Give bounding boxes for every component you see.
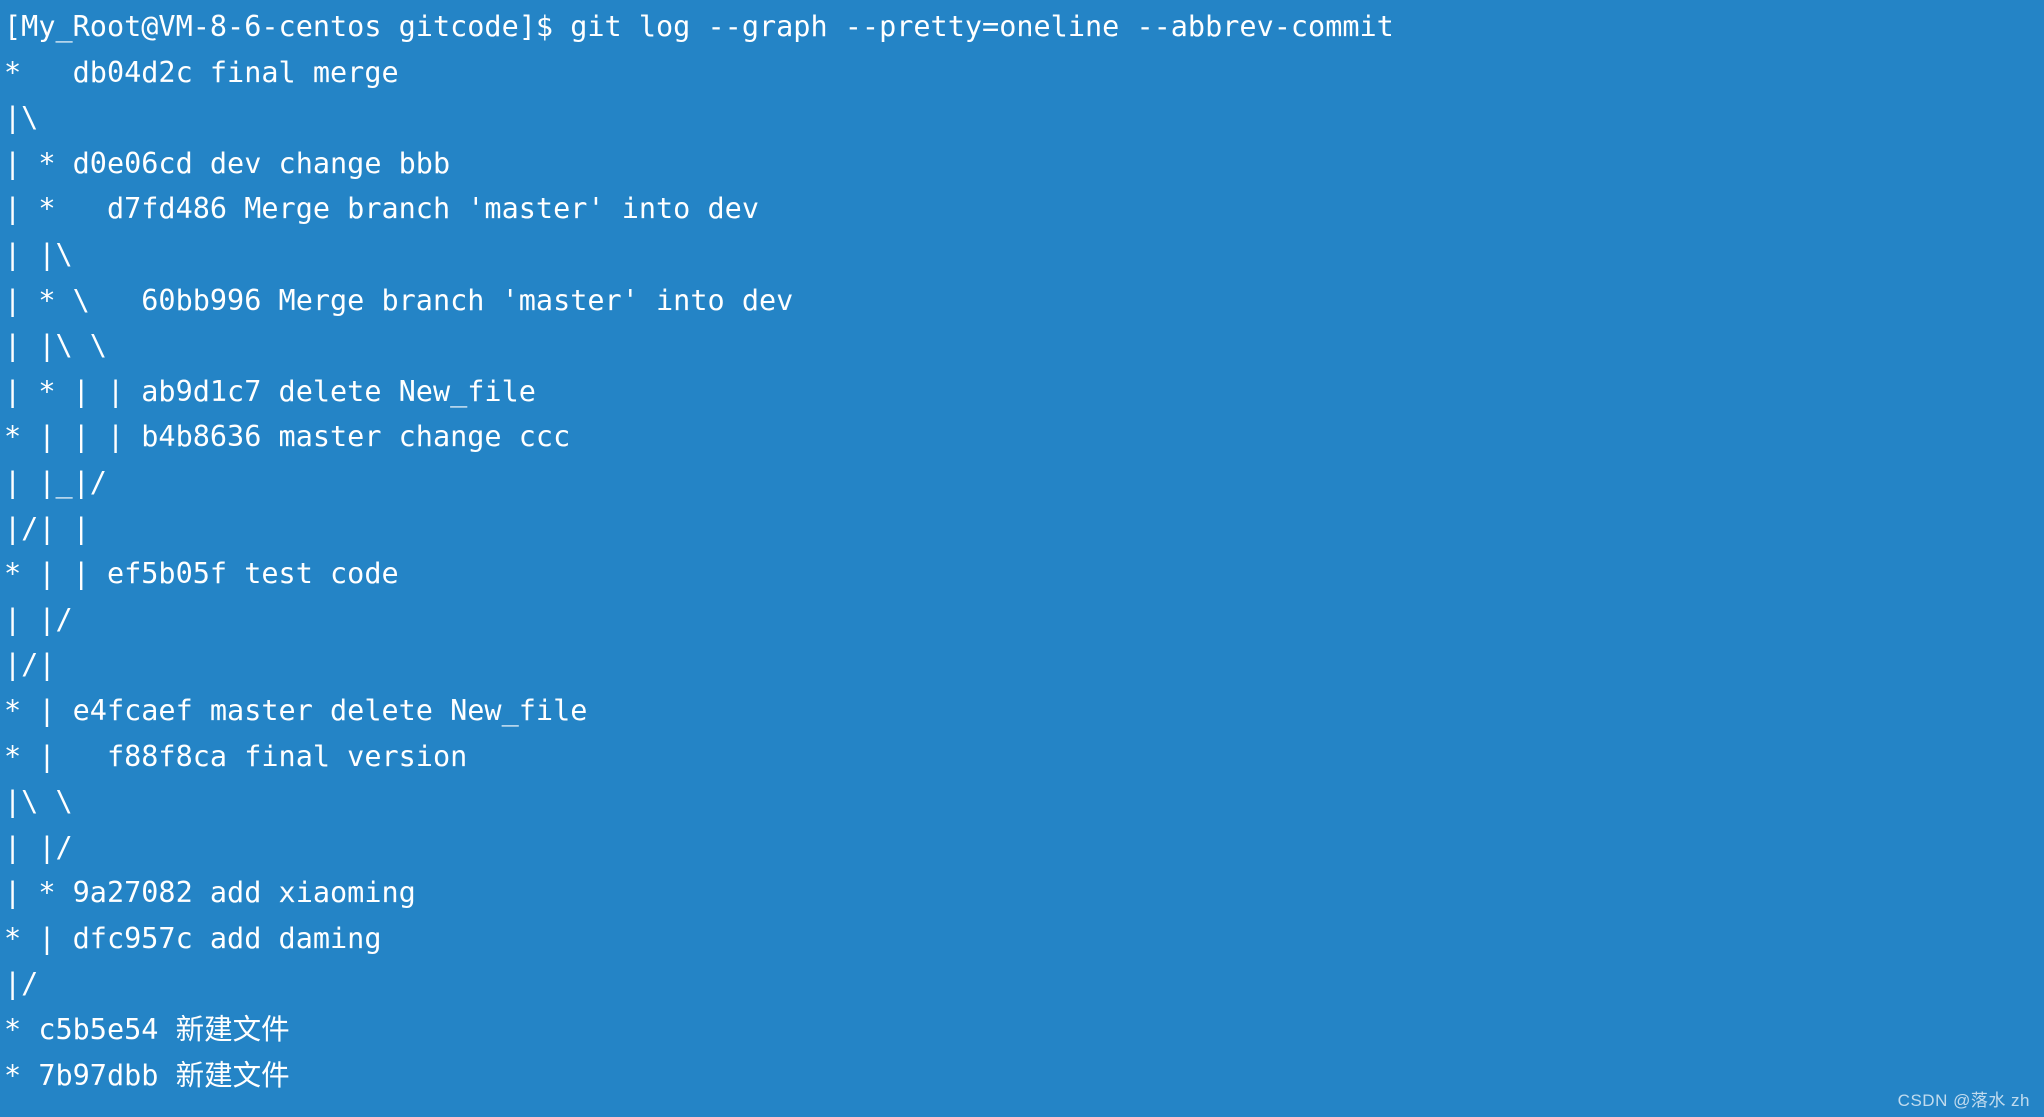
csdn-watermark: CSDN @落水 zh xyxy=(1897,1091,2030,1110)
terminal-line: |/ xyxy=(4,967,39,1001)
terminal-line: * | dfc957c add daming xyxy=(4,921,382,955)
terminal-line: |/| xyxy=(4,648,56,682)
terminal-line: | |/ xyxy=(4,830,73,864)
terminal-line: * 7b97dbb 新建文件 xyxy=(4,1058,290,1092)
terminal-line: | * | | ab9d1c7 delete New_file xyxy=(4,374,536,408)
terminal-line: | |\ \ xyxy=(4,329,107,363)
terminal-line: | * d7fd486 Merge branch 'master' into d… xyxy=(4,192,759,226)
terminal-line: | |_|/ xyxy=(4,465,107,499)
terminal-line: | |\ xyxy=(4,237,73,271)
terminal-line: |\ \ xyxy=(4,785,73,819)
terminal-line: * db04d2c final merge xyxy=(4,55,399,89)
terminal-window[interactable]: [My_Root@VM-8-6-centos gitcode]$ git log… xyxy=(0,0,2044,1117)
terminal-line: * | | ef5b05f test code xyxy=(4,557,399,591)
terminal-line: | * d0e06cd dev change bbb xyxy=(4,146,451,180)
terminal-line: | |/ xyxy=(4,602,73,636)
terminal-line-prompt: [My_Root@VM-8-6-centos gitcode]$ git log… xyxy=(4,10,1394,43)
terminal-line: * | e4fcaef master delete New_file xyxy=(4,693,588,727)
terminal-line: |/| | xyxy=(4,511,90,545)
terminal-line: |\ xyxy=(4,101,39,135)
terminal-line: | * 9a27082 add xiaoming xyxy=(4,876,416,910)
terminal-line: * | | | b4b8636 master change ccc xyxy=(4,420,571,454)
terminal-line: * | f88f8ca final version xyxy=(4,739,468,773)
terminal-line: | * \ 60bb996 Merge branch 'master' into… xyxy=(4,283,794,317)
terminal-line: * c5b5e54 新建文件 xyxy=(4,1013,290,1047)
